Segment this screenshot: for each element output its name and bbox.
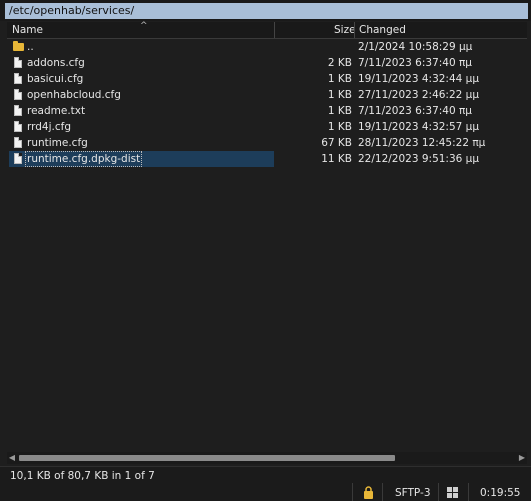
- file-row[interactable]: rrd4j.cfg 1 KB 19/11/2023 4:32:57 μμ: [7, 119, 527, 135]
- file-icon: [14, 153, 22, 164]
- file-changed: 19/11/2023 4:32:57 μμ: [358, 121, 480, 133]
- scroll-left-icon[interactable]: ◀: [7, 452, 17, 464]
- session-timer: 0:19:55: [480, 487, 521, 499]
- file-row[interactable]: runtime.cfg 67 KB 28/11/2023 12:45:22 πμ: [7, 135, 527, 151]
- parent-folder-icon: [13, 41, 24, 51]
- file-name: runtime.cfg.dpkg-dist: [25, 151, 143, 167]
- file-size: 67 KB: [321, 137, 352, 149]
- file-list-header: Name ^ Size Changed: [7, 21, 527, 39]
- column-divider[interactable]: [354, 22, 355, 38]
- path-field[interactable]: /etc/openhab/services/: [5, 3, 528, 19]
- scroll-right-icon[interactable]: ▶: [517, 452, 527, 464]
- status-divider: [352, 483, 353, 501]
- file-name: basicui.cfg: [27, 73, 84, 85]
- file-list: .. 2/1/2024 10:58:29 μμ addons.cfg 2 KB …: [7, 39, 527, 464]
- file-changed: 19/11/2023 4:32:44 μμ: [358, 73, 480, 85]
- file-size: 2 KB: [327, 57, 352, 69]
- file-icon: [14, 73, 22, 84]
- file-changed: 27/11/2023 2:46:22 μμ: [358, 89, 480, 101]
- file-size: 11 KB: [321, 153, 352, 165]
- file-size: 1 KB: [327, 121, 352, 133]
- file-name: ..: [27, 41, 34, 53]
- changed-column-header[interactable]: Changed: [359, 22, 406, 38]
- selection-summary: 10,1 KB of 80,7 KB in 1 of 7: [10, 470, 155, 482]
- file-icon: [14, 137, 22, 148]
- name-cell: rrd4j.cfg: [9, 119, 274, 135]
- file-changed: 7/11/2023 6:37:40 πμ: [358, 57, 472, 69]
- name-cell: runtime.cfg.dpkg-dist: [9, 151, 274, 167]
- file-name: rrd4j.cfg: [27, 121, 71, 133]
- file-icon: [14, 57, 22, 68]
- file-row[interactable]: addons.cfg 2 KB 7/11/2023 6:37:40 πμ: [7, 55, 527, 71]
- horizontal-scrollbar[interactable]: ◀ ▶: [7, 452, 527, 464]
- file-size: 1 KB: [327, 105, 352, 117]
- file-icon: [14, 121, 22, 132]
- file-size: 1 KB: [327, 89, 352, 101]
- file-name: addons.cfg: [27, 57, 85, 69]
- sort-ascending-icon: ^: [140, 21, 148, 31]
- file-changed: 28/11/2023 12:45:22 πμ: [358, 137, 486, 149]
- file-row[interactable]: openhabcloud.cfg 1 KB 27/11/2023 2:46:22…: [7, 87, 527, 103]
- file-changed: 7/11/2023 6:37:40 πμ: [358, 105, 472, 117]
- name-cell: ..: [9, 39, 274, 55]
- name-column-header[interactable]: Name: [12, 22, 43, 38]
- status-divider: [438, 483, 439, 501]
- file-row[interactable]: readme.txt 1 KB 7/11/2023 6:37:40 πμ: [7, 103, 527, 119]
- status-divider: [382, 483, 383, 501]
- session-grid-icon[interactable]: [447, 487, 458, 498]
- name-cell: openhabcloud.cfg: [9, 87, 274, 103]
- file-row[interactable]: basicui.cfg 1 KB 19/11/2023 4:32:44 μμ: [7, 71, 527, 87]
- file-changed: 22/12/2023 9:51:36 μμ: [358, 153, 480, 165]
- scrollbar-thumb[interactable]: [19, 455, 395, 461]
- file-size: 1 KB: [327, 73, 352, 85]
- column-divider[interactable]: [274, 22, 275, 38]
- file-row-parent[interactable]: .. 2/1/2024 10:58:29 μμ: [7, 39, 527, 55]
- lock-icon[interactable]: [363, 486, 374, 499]
- file-name: readme.txt: [27, 105, 86, 117]
- protocol-label: SFTP-3: [395, 487, 431, 499]
- file-row-selected[interactable]: runtime.cfg.dpkg-dist 11 KB 22/12/2023 9…: [7, 151, 527, 167]
- file-name: runtime.cfg: [27, 137, 88, 149]
- name-cell: readme.txt: [9, 103, 274, 119]
- file-name: openhabcloud.cfg: [27, 89, 121, 101]
- file-icon: [14, 89, 22, 100]
- file-icon: [14, 105, 22, 116]
- path-bar: /etc/openhab/services/: [0, 0, 531, 21]
- name-cell: runtime.cfg: [9, 135, 274, 151]
- status-divider: [468, 483, 469, 501]
- file-changed: 2/1/2024 10:58:29 μμ: [358, 41, 473, 53]
- size-column-header[interactable]: Size: [334, 22, 356, 38]
- name-cell: basicui.cfg: [9, 71, 274, 87]
- status-bar: 10,1 KB of 80,7 KB in 1 of 7 SFTP-3 0:19…: [0, 466, 531, 501]
- name-cell: addons.cfg: [9, 55, 274, 71]
